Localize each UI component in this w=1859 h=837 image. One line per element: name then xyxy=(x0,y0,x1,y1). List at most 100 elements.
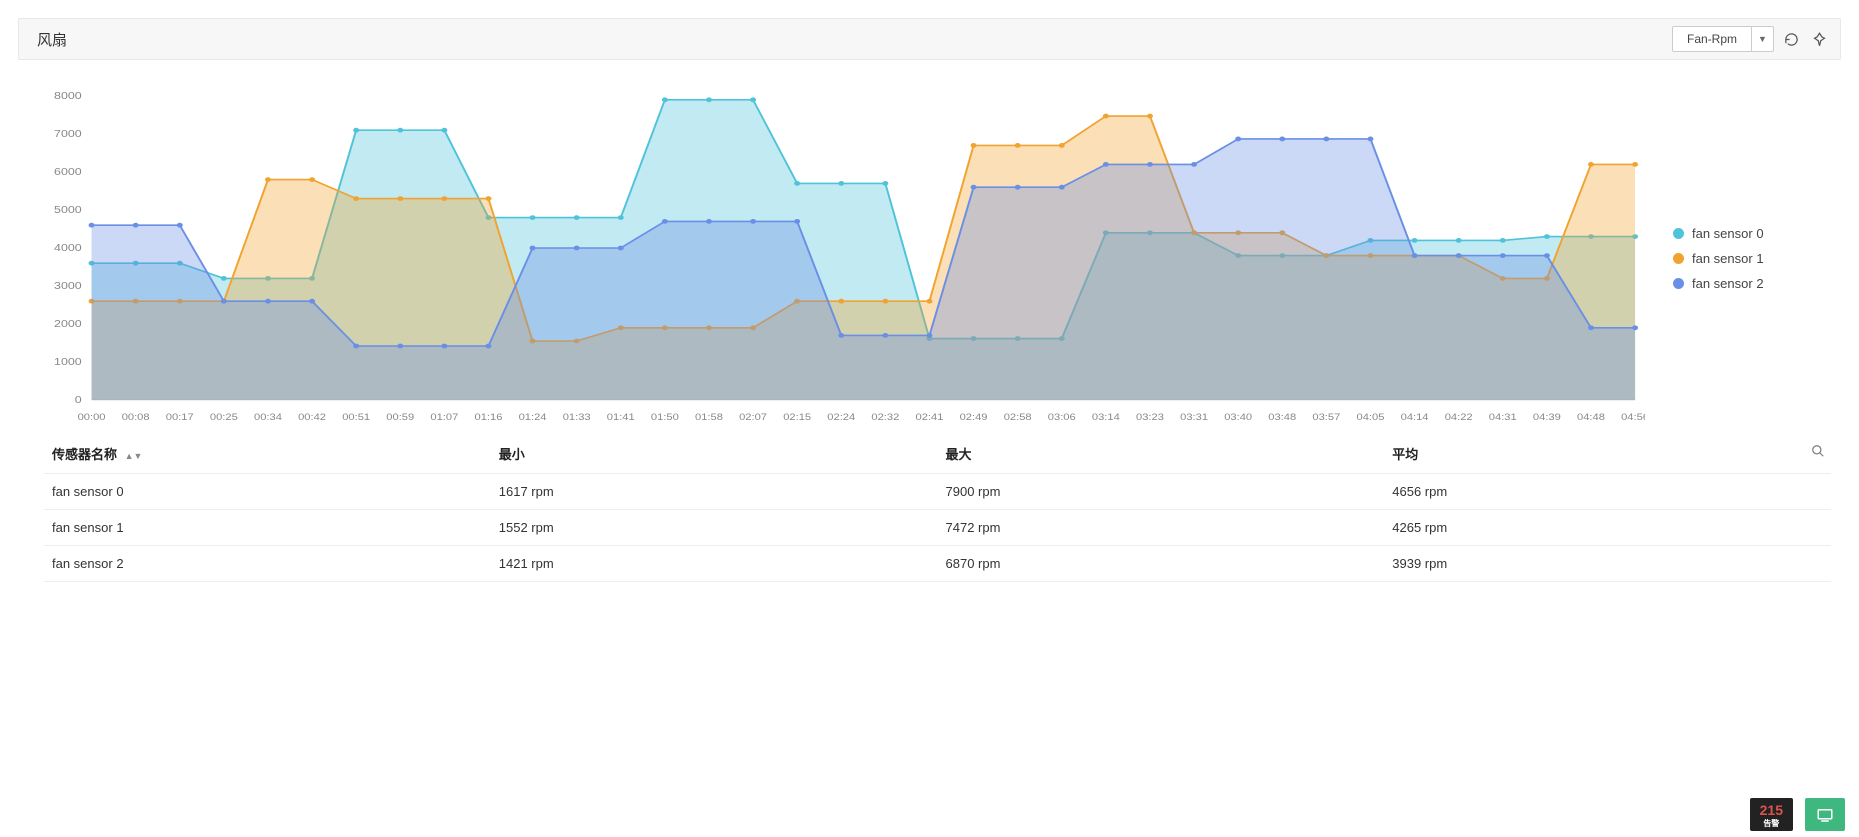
panel-actions: Fan-Rpm ▼ xyxy=(1672,26,1830,52)
svg-text:01:24: 01:24 xyxy=(519,413,547,423)
svg-text:04:56: 04:56 xyxy=(1621,413,1645,423)
bottom-badges: 215 告警 xyxy=(1750,798,1845,831)
legend-dot-icon xyxy=(1673,228,1684,239)
svg-text:8000: 8000 xyxy=(54,91,82,102)
legend-label: fan sensor 1 xyxy=(1692,251,1764,266)
table-search-button[interactable] xyxy=(1811,444,1825,461)
cell-name: fan sensor 2 xyxy=(44,546,491,582)
pin-icon xyxy=(1812,32,1827,47)
svg-text:01:41: 01:41 xyxy=(607,413,635,423)
cell-max: 7472 rpm xyxy=(938,510,1385,546)
svg-text:5000: 5000 xyxy=(54,205,82,216)
search-icon xyxy=(1811,444,1825,458)
alert-count-value: 215 xyxy=(1760,802,1783,818)
alert-count-badge[interactable]: 215 告警 xyxy=(1750,798,1793,831)
panel-title: 风扇 xyxy=(37,29,67,50)
col-name-header[interactable]: 传感器名称 ▲▼ xyxy=(44,434,491,474)
cell-min: 1552 rpm xyxy=(491,510,938,546)
chart-block: 0 1000 2000 3000 4000 5000 6000 7000 8000 00:00 00… xyxy=(18,70,1841,434)
svg-text:01:58: 01:58 xyxy=(695,413,723,423)
sensor-table: 传感器名称 ▲▼ 最小 最大 平均 fan sensor 01617 rpm79… xyxy=(44,434,1831,582)
svg-text:01:07: 01:07 xyxy=(430,413,458,423)
svg-text:01:16: 01:16 xyxy=(475,413,503,423)
cell-name: fan sensor 0 xyxy=(44,474,491,510)
svg-text:02:49: 02:49 xyxy=(960,413,988,423)
table-row[interactable]: fan sensor 11552 rpm7472 rpm4265 rpm xyxy=(44,510,1831,546)
legend-dot-icon xyxy=(1673,253,1684,264)
svg-text:04:31: 04:31 xyxy=(1489,413,1517,423)
svg-text:00:17: 00:17 xyxy=(166,413,194,423)
svg-text:02:07: 02:07 xyxy=(739,413,767,423)
cell-min: 1421 rpm xyxy=(491,546,938,582)
cell-max: 6870 rpm xyxy=(938,546,1385,582)
chevron-down-icon: ▼ xyxy=(1751,27,1773,51)
svg-text:00:59: 00:59 xyxy=(386,413,414,423)
table-row[interactable]: fan sensor 21421 rpm6870 rpm3939 rpm xyxy=(44,546,1831,582)
svg-text:04:39: 04:39 xyxy=(1533,413,1561,423)
svg-text:00:00: 00:00 xyxy=(78,413,106,423)
svg-text:03:06: 03:06 xyxy=(1048,413,1076,423)
alert-count-sub: 告警 xyxy=(1763,818,1779,829)
svg-text:02:15: 02:15 xyxy=(783,413,811,423)
cell-min: 1617 rpm xyxy=(491,474,938,510)
cell-max: 7900 rpm xyxy=(938,474,1385,510)
legend-label: fan sensor 0 xyxy=(1692,226,1764,241)
legend-item[interactable]: fan sensor 0 xyxy=(1673,226,1835,241)
refresh-button[interactable] xyxy=(1780,28,1802,50)
svg-text:03:48: 03:48 xyxy=(1268,413,1296,423)
refresh-icon xyxy=(1784,32,1799,47)
svg-text:7000: 7000 xyxy=(54,129,82,140)
chart-area: 0 1000 2000 3000 4000 5000 6000 7000 8000 00:00 00… xyxy=(32,88,1645,428)
svg-text:02:41: 02:41 xyxy=(916,413,944,423)
col-avg-header[interactable]: 平均 xyxy=(1384,434,1831,474)
svg-text:02:32: 02:32 xyxy=(871,413,899,423)
cell-avg: 4656 rpm xyxy=(1384,474,1831,510)
svg-text:01:33: 01:33 xyxy=(563,413,591,423)
svg-text:0: 0 xyxy=(75,395,82,406)
svg-text:02:58: 02:58 xyxy=(1004,413,1032,423)
svg-text:4000: 4000 xyxy=(54,243,82,254)
cell-name: fan sensor 1 xyxy=(44,510,491,546)
svg-text:02:24: 02:24 xyxy=(827,413,855,423)
metric-dropdown[interactable]: Fan-Rpm ▼ xyxy=(1672,26,1774,52)
svg-text:1000: 1000 xyxy=(54,357,82,368)
col-name-label: 传感器名称 xyxy=(52,447,117,462)
svg-text:03:23: 03:23 xyxy=(1136,413,1164,423)
svg-text:3000: 3000 xyxy=(54,281,82,292)
console-icon xyxy=(1816,806,1834,824)
svg-text:04:48: 04:48 xyxy=(1577,413,1605,423)
legend-item[interactable]: fan sensor 1 xyxy=(1673,251,1835,266)
svg-text:00:25: 00:25 xyxy=(210,413,238,423)
svg-text:01:50: 01:50 xyxy=(651,413,679,423)
col-min-header[interactable]: 最小 xyxy=(491,434,938,474)
svg-text:00:08: 00:08 xyxy=(122,413,150,423)
legend-label: fan sensor 2 xyxy=(1692,276,1764,291)
svg-text:04:22: 04:22 xyxy=(1445,413,1473,423)
svg-text:6000: 6000 xyxy=(54,167,82,178)
pin-button[interactable] xyxy=(1808,28,1830,50)
svg-text:00:34: 00:34 xyxy=(254,413,282,423)
cell-avg: 3939 rpm xyxy=(1384,546,1831,582)
svg-text:2000: 2000 xyxy=(54,319,82,330)
panel-header: 风扇 Fan-Rpm ▼ xyxy=(18,18,1841,60)
sensor-table-wrap: 传感器名称 ▲▼ 最小 最大 平均 fan sensor 01617 rpm79… xyxy=(18,434,1841,602)
cell-avg: 4265 rpm xyxy=(1384,510,1831,546)
svg-text:03:40: 03:40 xyxy=(1224,413,1252,423)
svg-text:04:05: 04:05 xyxy=(1357,413,1385,423)
chart-legend: fan sensor 0 fan sensor 1 fan sensor 2 xyxy=(1645,88,1835,428)
svg-text:03:31: 03:31 xyxy=(1180,413,1208,423)
table-header-row: 传感器名称 ▲▼ 最小 最大 平均 xyxy=(44,434,1831,474)
sort-icon: ▲▼ xyxy=(125,451,143,461)
svg-text:00:42: 00:42 xyxy=(298,413,326,423)
fan-chart[interactable]: 0 1000 2000 3000 4000 5000 6000 7000 8000 00:00 00… xyxy=(32,88,1645,428)
metric-dropdown-label: Fan-Rpm xyxy=(1673,32,1751,46)
svg-text:00:51: 00:51 xyxy=(342,413,370,423)
console-button[interactable] xyxy=(1805,798,1845,831)
svg-text:03:57: 03:57 xyxy=(1312,413,1340,423)
legend-item[interactable]: fan sensor 2 xyxy=(1673,276,1835,291)
svg-text:03:14: 03:14 xyxy=(1092,413,1120,423)
svg-text:04:14: 04:14 xyxy=(1401,413,1429,423)
col-max-header[interactable]: 最大 xyxy=(938,434,1385,474)
legend-dot-icon xyxy=(1673,278,1684,289)
table-row[interactable]: fan sensor 01617 rpm7900 rpm4656 rpm xyxy=(44,474,1831,510)
